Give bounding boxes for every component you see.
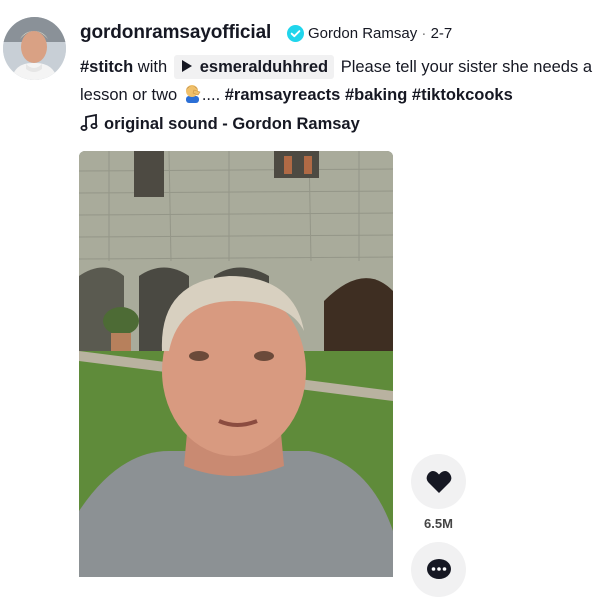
comment-icon: [426, 558, 451, 579]
comment-button[interactable]: [411, 542, 466, 597]
post-date: 2-7: [430, 25, 453, 42]
man-facepalming-emoji: [185, 85, 201, 103]
heart-icon: [426, 470, 451, 493]
stitch-user-link[interactable]: esmeralduhhred: [173, 55, 335, 79]
like-button[interactable]: [411, 454, 466, 509]
verified-badge-icon: [287, 25, 304, 42]
hashtag-ramsayreacts[interactable]: #ramsayreacts: [225, 86, 341, 104]
video-frame: [79, 151, 393, 577]
video-player[interactable]: [79, 151, 393, 577]
author-avatar[interactable]: [3, 17, 66, 80]
hashtag-stitch[interactable]: #stitch: [80, 58, 133, 76]
sound-title: original sound - Gordon Ramsay: [104, 115, 360, 133]
stitch-username: esmeralduhhred: [199, 58, 329, 76]
like-count: 6.5M: [424, 516, 453, 531]
caption-ellipsis: ....: [201, 86, 221, 104]
music-note-icon: [80, 114, 98, 131]
caption-with-text: with: [137, 58, 168, 76]
post-caption: #stitch with esmeralduhhred Please tell …: [80, 53, 600, 109]
hashtag-baking[interactable]: #baking: [345, 86, 407, 104]
author-nickname-date: Gordon Ramsay · 2-7: [308, 25, 452, 42]
sound-link[interactable]: original sound - Gordon Ramsay: [80, 114, 360, 134]
hashtag-tiktokcooks[interactable]: #tiktokcooks: [412, 86, 513, 104]
author-username[interactable]: gordonramsayofficial: [80, 22, 271, 44]
author-nickname[interactable]: Gordon Ramsay: [308, 25, 417, 42]
play-icon: [181, 60, 192, 72]
separator-dot: ·: [421, 25, 427, 42]
